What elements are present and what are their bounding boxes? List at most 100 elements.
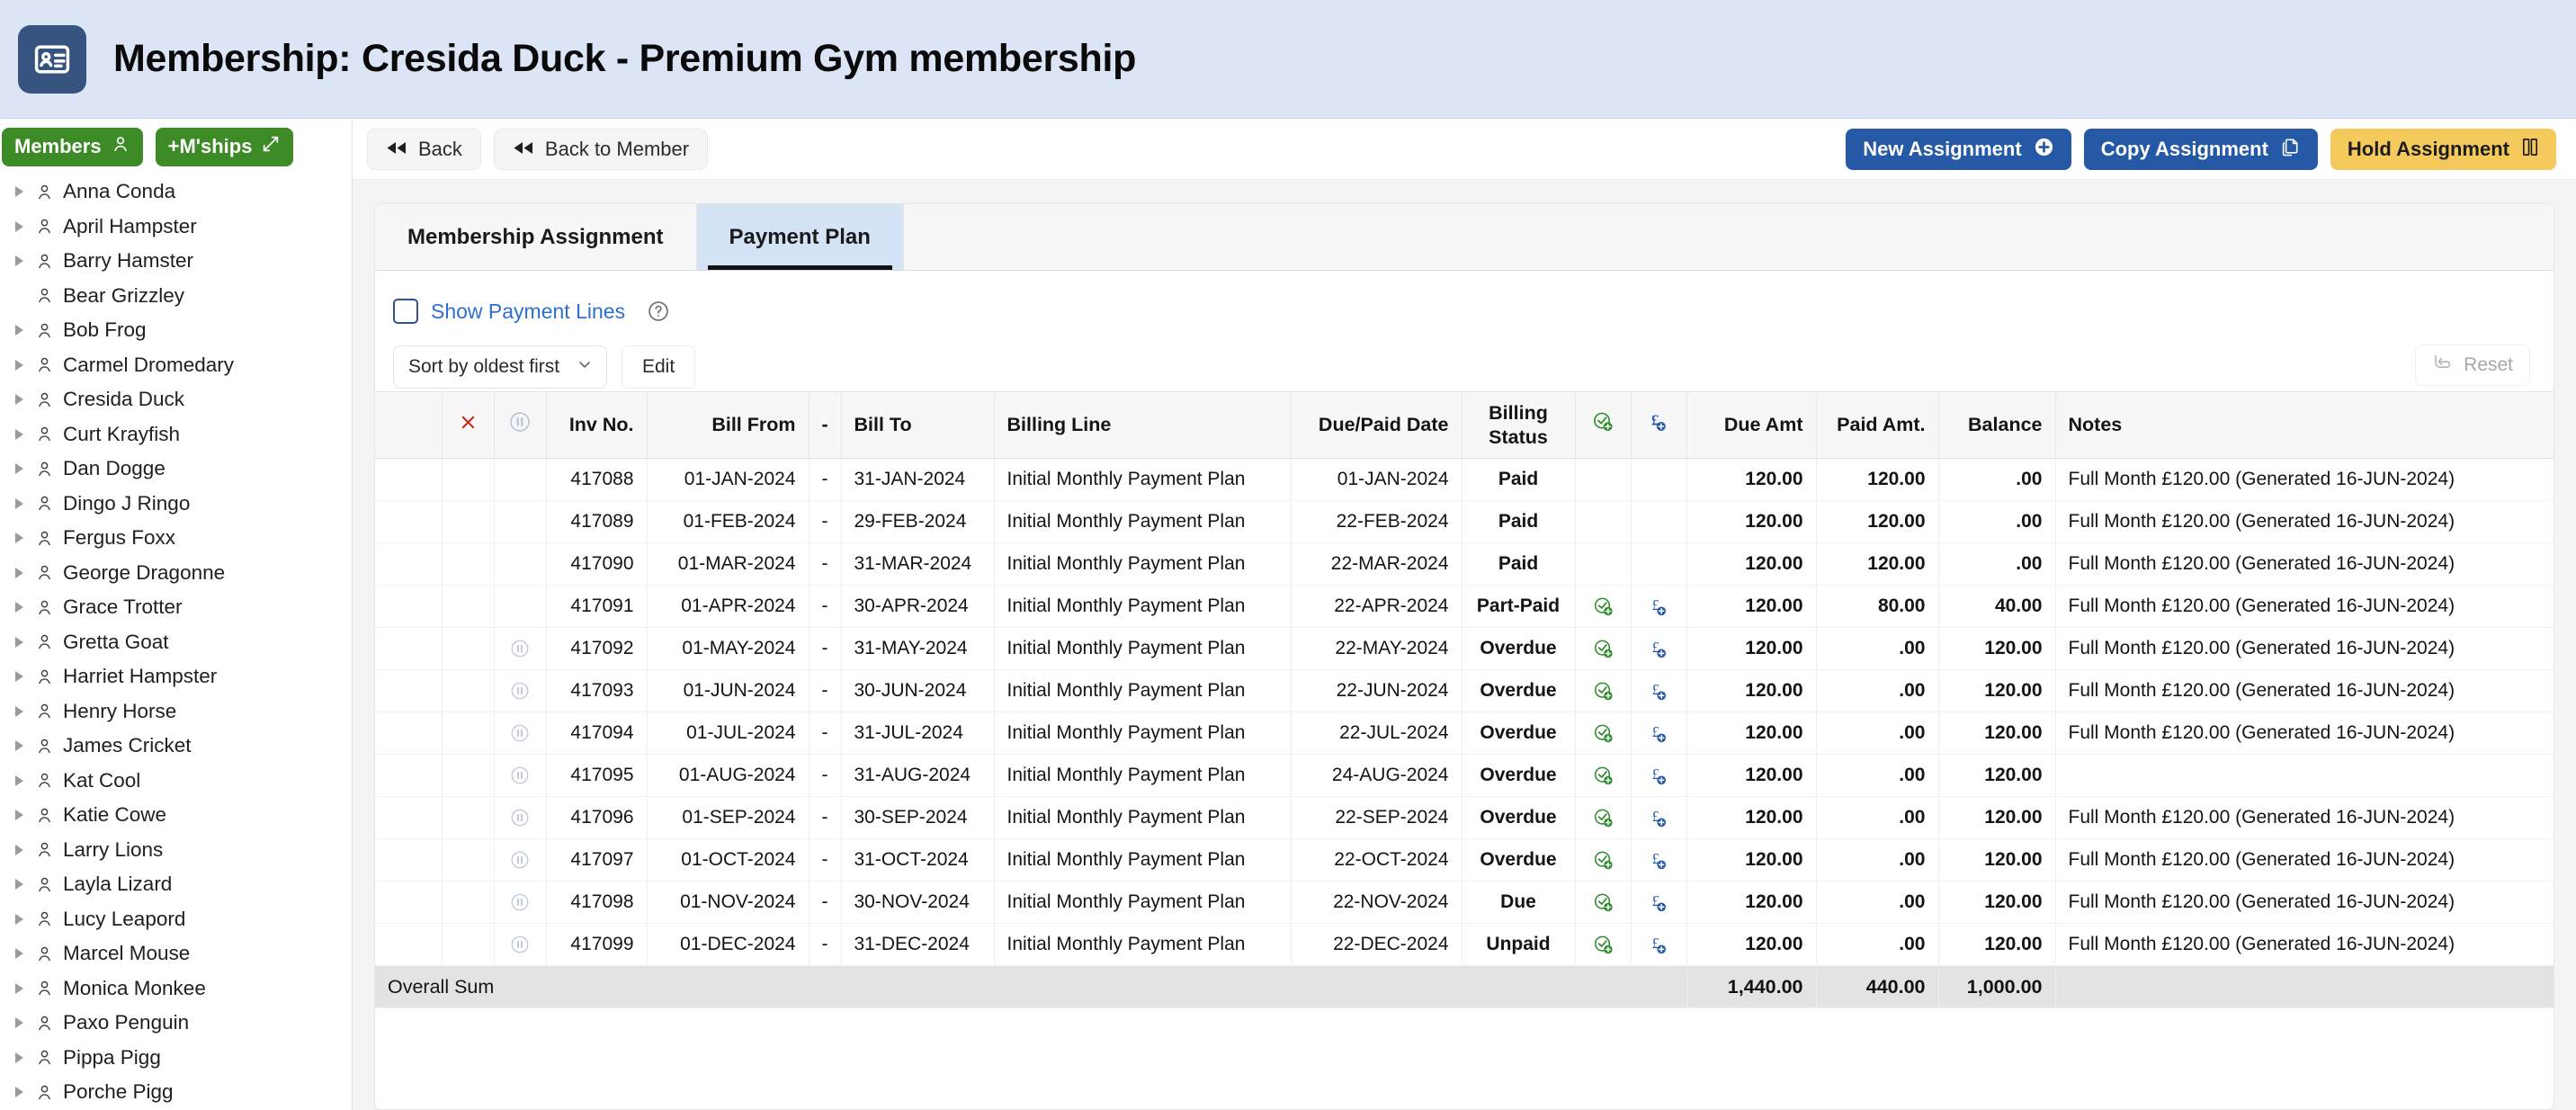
sort-select[interactable]: Sort by oldest first: [393, 345, 607, 389]
row-select-cell[interactable]: [375, 754, 443, 797]
sidebar-item[interactable]: April Hampster: [0, 210, 352, 245]
sidebar-item[interactable]: Fergus Foxx: [0, 521, 352, 556]
chevron-right-icon[interactable]: [7, 982, 31, 994]
chevron-right-icon[interactable]: [7, 1087, 31, 1098]
table-row[interactable]: 417097 01-OCT-2024-31-OCT-2024 Initial Mon…: [375, 838, 2554, 882]
table-row[interactable]: 417092 01-MAY-2024-31-MAY-2024 Initial Mon…: [375, 627, 2554, 670]
cell-notes[interactable]: Full Month £120.00 (Generated 16-JUN-202…: [2055, 923, 2554, 966]
table-row[interactable]: 417095 01-AUG-2024-31-AUG-2024 Initial Mon…: [375, 754, 2554, 797]
row-hold-cell[interactable]: [494, 754, 547, 797]
row-delete-cell[interactable]: [442, 712, 495, 755]
row-select-cell[interactable]: [375, 627, 443, 670]
back-button[interactable]: Back: [367, 128, 481, 170]
sidebar-item[interactable]: Kat Cool: [0, 764, 352, 799]
hold-assignment-button[interactable]: Hold Assignment: [2330, 129, 2556, 170]
cell-notes[interactable]: Full Month £120.00 (Generated 16-JUN-202…: [2055, 796, 2554, 839]
add-payment-button[interactable]: £: [1631, 838, 1687, 882]
table-row[interactable]: 417090 01-MAR-2024-31-MAR-2024 Initial Mon…: [375, 542, 2554, 586]
cell-notes[interactable]: Full Month £120.00 (Generated 16-JUN-202…: [2055, 881, 2554, 924]
row-delete-cell[interactable]: [442, 796, 495, 839]
cell-notes[interactable]: Full Month £120.00 (Generated 16-JUN-202…: [2055, 669, 2554, 712]
cell-notes[interactable]: Full Month £120.00 (Generated 16-JUN-202…: [2055, 838, 2554, 882]
row-select-cell[interactable]: [375, 881, 443, 924]
row-select-cell[interactable]: [375, 838, 443, 882]
th-balance[interactable]: Balance: [1938, 391, 2056, 459]
copy-assignment-button[interactable]: Copy Assignment: [2083, 129, 2318, 170]
add-payment-button[interactable]: [1631, 500, 1687, 543]
cell-notes[interactable]: [2055, 754, 2554, 797]
sidebar-item[interactable]: Porche Pigg: [0, 1075, 352, 1110]
sidebar-item[interactable]: Dan Dogge: [0, 452, 352, 487]
table-row[interactable]: 417098 01-NOV-2024-30-NOV-2024 Initial Mon…: [375, 881, 2554, 924]
cell-notes[interactable]: Full Month £120.00 (Generated 16-JUN-202…: [2055, 585, 2554, 628]
chevron-right-icon[interactable]: [7, 671, 31, 683]
row-delete-cell[interactable]: [442, 500, 495, 543]
sidebar-item[interactable]: Larry Lions: [0, 833, 352, 868]
row-hold-cell[interactable]: [494, 881, 547, 924]
row-select-cell[interactable]: [375, 458, 443, 501]
chevron-right-icon[interactable]: [7, 255, 31, 267]
cell-notes[interactable]: Full Month £120.00 (Generated 16-JUN-202…: [2055, 712, 2554, 755]
row-select-cell[interactable]: [375, 923, 443, 966]
row-hold-cell[interactable]: [494, 542, 547, 586]
add-payment-button[interactable]: £: [1631, 923, 1687, 966]
cell-notes[interactable]: Full Month £120.00 (Generated 16-JUN-202…: [2055, 627, 2554, 670]
row-select-cell[interactable]: [375, 796, 443, 839]
chevron-right-icon[interactable]: [7, 567, 31, 578]
chevron-right-icon[interactable]: [7, 740, 31, 752]
question-circle-icon[interactable]: [647, 300, 670, 323]
row-hold-cell[interactable]: [494, 838, 547, 882]
chevron-right-icon[interactable]: [7, 497, 31, 509]
chevron-right-icon[interactable]: [7, 948, 31, 960]
chevron-right-icon[interactable]: [7, 394, 31, 406]
row-hold-cell[interactable]: [494, 500, 547, 543]
reset-button[interactable]: Reset: [2415, 345, 2530, 386]
cell-notes[interactable]: Full Month £120.00 (Generated 16-JUN-202…: [2055, 458, 2554, 501]
chevron-right-icon[interactable]: [7, 1052, 31, 1063]
chevron-right-icon[interactable]: [7, 359, 31, 371]
sidebar-item[interactable]: Lucy Leapord: [0, 902, 352, 937]
mark-paid-button[interactable]: [1575, 712, 1632, 755]
sidebar-item[interactable]: Layla Lizard: [0, 867, 352, 902]
row-select-cell[interactable]: [375, 500, 443, 543]
chevron-right-icon[interactable]: [7, 913, 31, 925]
th-paid-amt[interactable]: Paid Amt.: [1816, 391, 1939, 459]
th-delete[interactable]: [442, 391, 495, 459]
sidebar-item[interactable]: Barry Hamster: [0, 244, 352, 279]
add-payment-button[interactable]: [1631, 542, 1687, 586]
sidebar-item[interactable]: Paxo Penguin: [0, 1006, 352, 1041]
row-select-cell[interactable]: [375, 542, 443, 586]
mark-paid-button[interactable]: [1575, 500, 1632, 543]
table-row[interactable]: 417094 01-JUL-2024-31-JUL-2024 Initial Mon…: [375, 712, 2554, 755]
chevron-right-icon[interactable]: [7, 1017, 31, 1029]
show-payment-lines-label[interactable]: Show Payment Lines: [431, 300, 625, 324]
sidebar-item[interactable]: Bob Frog: [0, 313, 352, 348]
row-select-cell[interactable]: [375, 712, 443, 755]
row-delete-cell[interactable]: [442, 838, 495, 882]
sidebar-item[interactable]: Marcel Mouse: [0, 936, 352, 971]
mark-paid-button[interactable]: [1575, 458, 1632, 501]
sidebar-item[interactable]: Curt Krayfish: [0, 417, 352, 452]
cell-notes[interactable]: Full Month £120.00 (Generated 16-JUN-202…: [2055, 500, 2554, 543]
th-inv-no[interactable]: Inv No.: [546, 391, 648, 459]
table-row[interactable]: 417099 01-DEC-2024-31-DEC-2024 Initial Mon…: [375, 923, 2554, 966]
mark-paid-button[interactable]: [1575, 669, 1632, 712]
chevron-right-icon[interactable]: [7, 636, 31, 648]
chevron-right-icon[interactable]: [7, 602, 31, 613]
add-memberships-button[interactable]: +M'ships: [155, 128, 294, 166]
mark-paid-button[interactable]: [1575, 542, 1632, 586]
add-payment-button[interactable]: £: [1631, 585, 1687, 628]
row-hold-cell[interactable]: [494, 669, 547, 712]
row-delete-cell[interactable]: [442, 458, 495, 501]
th-hold[interactable]: [494, 391, 547, 459]
mark-paid-button[interactable]: [1575, 585, 1632, 628]
add-payment-button[interactable]: £: [1631, 796, 1687, 839]
chevron-right-icon[interactable]: [7, 705, 31, 717]
th-billing-line[interactable]: Billing Line: [994, 391, 1292, 459]
table-row[interactable]: 417089 01-FEB-2024-29-FEB-2024 Initial Mon…: [375, 500, 2554, 543]
mark-paid-button[interactable]: [1575, 923, 1632, 966]
row-hold-cell[interactable]: [494, 796, 547, 839]
th-add-payment[interactable]: £: [1631, 391, 1687, 459]
row-delete-cell[interactable]: [442, 585, 495, 628]
add-payment-button[interactable]: £: [1631, 754, 1687, 797]
